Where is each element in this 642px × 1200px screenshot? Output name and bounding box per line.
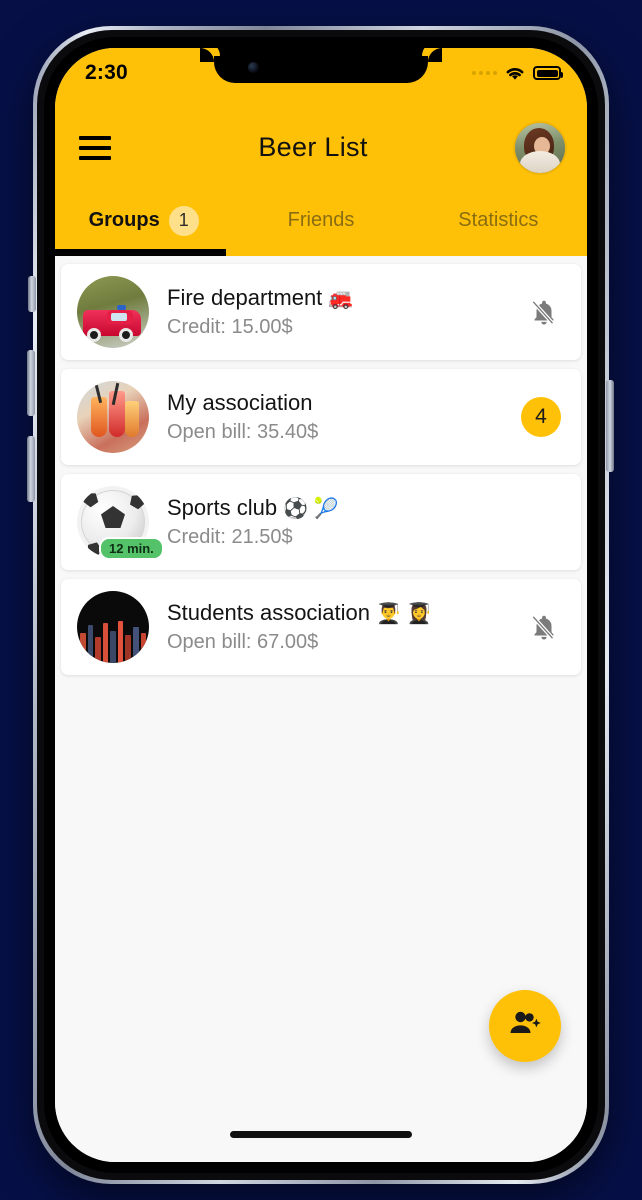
app-bar: Beer List xyxy=(55,110,587,185)
tab-groups-badge: 1 xyxy=(168,205,199,236)
status-bar-icons xyxy=(472,61,563,81)
tab-bar: Groups 1 Friends Statistics xyxy=(55,185,587,256)
group-subtitle: Credit: 21.50$ xyxy=(167,525,293,548)
graduate-emoji-icon: 👨‍🎓 👩‍🎓 xyxy=(376,603,432,626)
group-title-text: My association xyxy=(167,390,313,416)
avatar[interactable] xyxy=(515,122,565,173)
group-title-text: Students association xyxy=(167,600,371,626)
group-subtitle: Open bill: 67.00$ xyxy=(167,630,319,653)
group-avatar: 12 min. xyxy=(77,486,164,560)
list-item-text: My association Open bill: 35.40$ xyxy=(167,389,521,444)
phone-screen: 2:30 Beer List Groups 1 Friends Statisti… xyxy=(55,48,587,1162)
active-tab-indicator xyxy=(55,249,226,256)
add-group-button[interactable] xyxy=(489,990,561,1062)
list-item[interactable]: 12 min. Sports club ⚽ 🎾 Credit: 21.50$ xyxy=(61,474,581,570)
group-avatar xyxy=(77,591,149,663)
battery-full-icon xyxy=(533,66,563,80)
group-title: My association xyxy=(167,389,521,416)
list-item-text: Students association 👨‍🎓 👩‍🎓 Open bill: … xyxy=(167,599,527,655)
signal-dots-icon xyxy=(472,71,497,75)
group-subtitle: Credit: 15.00$ xyxy=(167,315,293,338)
home-indicator xyxy=(230,1131,412,1138)
tab-friends[interactable]: Friends xyxy=(232,185,409,256)
mute-switch-button[interactable] xyxy=(28,276,36,312)
status-bar-time: 2:30 xyxy=(85,61,128,84)
page-title: Beer List xyxy=(258,132,368,162)
sports-emoji-icon: ⚽ 🎾 xyxy=(283,498,339,521)
notch xyxy=(200,48,442,83)
page-root: 2:30 Beer List Groups 1 Friends Statisti… xyxy=(0,0,642,1200)
group-title: Fire department 🚒 xyxy=(167,284,527,312)
group-subtitle: Open bill: 35.40$ xyxy=(167,420,319,443)
list-item[interactable]: Fire department 🚒 Credit: 15.00$ xyxy=(61,264,581,360)
tab-statistics[interactable]: Statistics xyxy=(410,185,587,256)
volume-up-button[interactable] xyxy=(27,350,35,416)
tab-groups-label: Groups xyxy=(88,209,160,231)
tab-groups[interactable]: Groups 1 xyxy=(55,185,232,256)
tab-friends-label: Friends xyxy=(287,209,355,231)
group-avatar xyxy=(77,381,149,453)
volume-down-button[interactable] xyxy=(27,436,35,502)
list-item[interactable]: Students association 👨‍🎓 👩‍🎓 Open bill: … xyxy=(61,579,581,675)
group-title: Students association 👨‍🎓 👩‍🎓 xyxy=(167,599,527,627)
group-title: Sports club ⚽ 🎾 xyxy=(167,494,561,522)
group-title-text: Fire department xyxy=(167,285,323,311)
wifi-icon xyxy=(504,65,526,81)
group-title-text: Sports club xyxy=(167,495,278,521)
notifications-off-icon[interactable] xyxy=(527,610,561,644)
group-list[interactable]: Fire department 🚒 Credit: 15.00$ My asso… xyxy=(55,256,587,1162)
fire-truck-emoji-icon: 🚒 xyxy=(328,288,354,311)
list-item[interactable]: My association Open bill: 35.40$ 4 xyxy=(61,369,581,465)
list-item-text: Sports club ⚽ 🎾 Credit: 21.50$ xyxy=(167,494,561,550)
group-time-badge: 12 min. xyxy=(99,537,164,560)
tab-statistics-label: Statistics xyxy=(458,209,539,231)
group-avatar xyxy=(77,276,149,348)
hamburger-menu-icon[interactable] xyxy=(79,135,111,160)
add-group-icon xyxy=(508,1009,542,1044)
list-item-text: Fire department 🚒 Credit: 15.00$ xyxy=(167,284,527,340)
status-badge[interactable]: 4 xyxy=(521,397,561,437)
front-camera-icon xyxy=(248,62,259,73)
power-button[interactable] xyxy=(606,380,614,472)
notifications-off-icon[interactable] xyxy=(527,295,561,329)
